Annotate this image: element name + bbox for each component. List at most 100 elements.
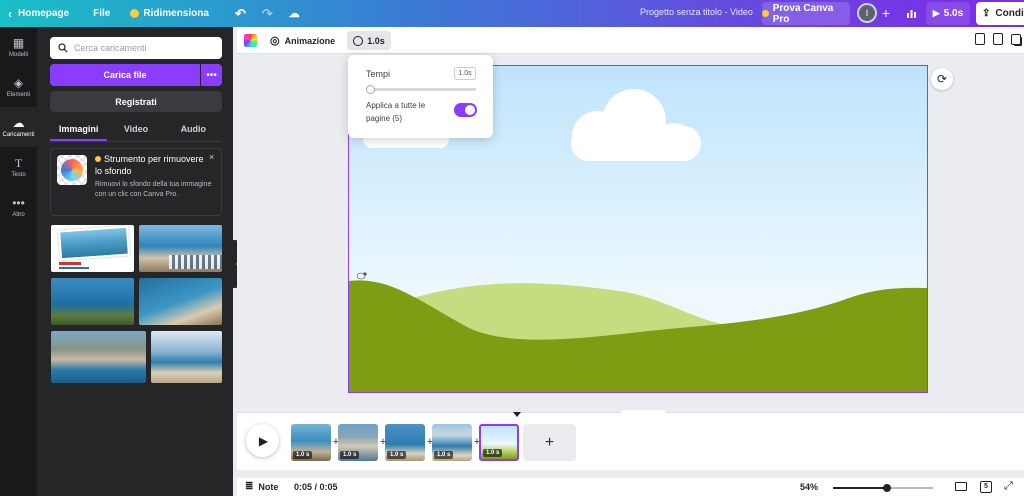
clip-duration: 1.0 s	[293, 451, 313, 459]
elements-icon: ◈	[13, 75, 24, 90]
zoom-label[interactable]: 54%	[800, 482, 818, 492]
bar-chart-icon	[906, 10, 916, 18]
rail-item-elements[interactable]: ◈ Elementi	[0, 67, 37, 107]
left-rail: ▦ Modelli ◈ Elementi ☁ Caricamenti T Tes…	[0, 27, 37, 496]
promo-card[interactable]: Strumento per rimuovere lo sfondo Rimuov…	[50, 148, 222, 216]
document-title[interactable]: Progetto senza titolo - Video	[640, 7, 753, 17]
upload-more-button[interactable]: •••	[201, 64, 222, 86]
desktop-view-icon[interactable]	[955, 482, 967, 491]
home-button[interactable]: ‹ Homepage	[0, 0, 77, 27]
more-icon: •••	[12, 195, 25, 210]
rail-item-text[interactable]: T Testo	[0, 147, 37, 187]
timeline-clip[interactable]: 1.0 s	[432, 424, 472, 461]
tab-images[interactable]: Immagini	[50, 119, 108, 141]
close-icon[interactable]: ×	[209, 152, 214, 162]
upload-thumbnail[interactable]	[51, 225, 134, 272]
animation-icon: ◎	[270, 35, 280, 47]
text-icon: T	[14, 155, 23, 170]
play-button[interactable]: ▶	[246, 424, 279, 457]
clip-duration: 1.0 s	[387, 451, 407, 459]
timing-slider[interactable]	[366, 85, 476, 94]
share-icon: ⇪	[982, 8, 991, 19]
notes-icon: ≣	[245, 481, 254, 492]
timeline-clip[interactable]: 1.0 s	[291, 424, 331, 461]
time-readout: 0:05 / 0:05	[294, 482, 338, 492]
clip-duration: 1.0 s	[434, 451, 454, 459]
upload-file-button[interactable]: Carica file	[50, 64, 200, 86]
promo-description: Rimuovi lo sfondo della tua immagine con…	[95, 181, 212, 198]
copy-page-icon[interactable]	[1011, 34, 1021, 45]
play-icon: ▶	[932, 8, 940, 18]
duration-button[interactable]: 1.0s	[347, 31, 391, 50]
crown-icon	[762, 10, 769, 17]
duplicate-icon[interactable]	[993, 33, 1003, 45]
add-page-button[interactable]: +	[523, 424, 576, 461]
caption-strip	[59, 267, 89, 269]
templates-icon: ▦	[12, 35, 25, 50]
upload-thumbnail[interactable]	[51, 278, 134, 325]
analytics-button[interactable]	[900, 2, 922, 25]
file-menu[interactable]: File	[85, 0, 118, 27]
chevron-left-icon: ‹	[8, 6, 12, 21]
undo-icon[interactable]: ↶	[227, 0, 254, 27]
apply-all-label: Applica a tutte le pagine (5)	[366, 101, 426, 123]
zoom-slider[interactable]	[833, 484, 933, 492]
play-icon: ▶	[258, 433, 269, 448]
cloud	[571, 89, 701, 161]
playhead-marker[interactable]	[513, 412, 521, 417]
tabs-divider	[50, 141, 222, 142]
try-pro-label: Prova Canva Pro	[772, 2, 834, 25]
rail-item-label: Elementi	[6, 91, 31, 98]
editor-toolbar: ◎ Animazione 1.0s	[237, 27, 1024, 54]
record-button[interactable]: Registrati	[50, 91, 222, 112]
plus-icon: +	[544, 433, 555, 451]
tab-audio[interactable]: Audio	[165, 119, 222, 141]
apply-all-toggle[interactable]	[454, 103, 477, 117]
timing-slider-thumb[interactable]	[366, 85, 375, 94]
timeline-scroll-indicator	[621, 410, 665, 415]
search-box[interactable]	[50, 37, 222, 59]
fullscreen-icon[interactable]: ⤢	[1004, 480, 1013, 493]
refresh-icon[interactable]: ⟳	[931, 68, 953, 90]
try-pro-button[interactable]: Prova Canva Pro	[762, 2, 850, 25]
add-member-icon[interactable]: +	[879, 5, 893, 21]
upload-thumbnail[interactable]	[139, 278, 222, 325]
share-button[interactable]: ⇪ Condiv	[976, 2, 1024, 25]
resize-button[interactable]: Ridimensiona	[122, 0, 217, 27]
timing-label: Tempi	[366, 69, 391, 79]
footer-bar: ≣ Note 0:05 / 0:05 54% 5 ⤢	[237, 478, 1024, 496]
rail-item-uploads[interactable]: ☁ Caricamenti	[0, 107, 37, 147]
home-label: Homepage	[18, 8, 70, 19]
timeline-clip[interactable]: 1.0 s	[385, 424, 425, 461]
timing-popover: Tempi 1.0s Applica a tutte le pagine (5)	[348, 55, 493, 138]
timeline-clip-selected[interactable]: 1.0 s	[479, 424, 519, 461]
page-count-button[interactable]: 5	[980, 481, 992, 493]
crown-icon	[95, 156, 101, 162]
media-tabs: Immagini Video Audio	[50, 119, 222, 141]
lock-icon[interactable]	[975, 33, 985, 45]
tab-video[interactable]: Video	[107, 119, 164, 141]
timing-value-field[interactable]: 1.0s	[454, 67, 476, 80]
animation-button[interactable]: ◎ Animazione	[270, 33, 335, 48]
play-preview-button[interactable]: ▶ 5.0s	[926, 2, 970, 25]
search-icon	[58, 43, 68, 53]
notes-label: Note	[258, 481, 279, 492]
promo-title: Strumento per rimuovere lo sfondo	[95, 153, 207, 177]
cloud-save-icon[interactable]: ☁	[281, 0, 308, 27]
upload-thumbnail[interactable]	[139, 225, 222, 272]
rail-item-templates[interactable]: ▦ Modelli	[0, 27, 37, 67]
promo-title-text: Strumento per rimuovere lo sfondo	[95, 154, 204, 176]
avatar[interactable]: I	[857, 3, 877, 23]
beach-ball-image	[61, 159, 83, 181]
upload-thumbnail[interactable]	[51, 331, 146, 383]
preview-duration: 5.0s	[943, 8, 964, 19]
upload-thumbnail[interactable]	[151, 331, 222, 383]
clip-duration: 1.0 s	[483, 449, 503, 457]
color-palette-button[interactable]	[244, 34, 257, 47]
zoom-slider-thumb[interactable]	[883, 484, 891, 492]
notes-button[interactable]: ≣ Note	[245, 481, 278, 492]
timeline-clip[interactable]: 1.0 s	[338, 424, 378, 461]
rail-item-more[interactable]: ••• Altro	[0, 187, 37, 227]
redo-icon[interactable]: ↷	[254, 0, 281, 27]
search-input[interactable]	[74, 43, 214, 53]
